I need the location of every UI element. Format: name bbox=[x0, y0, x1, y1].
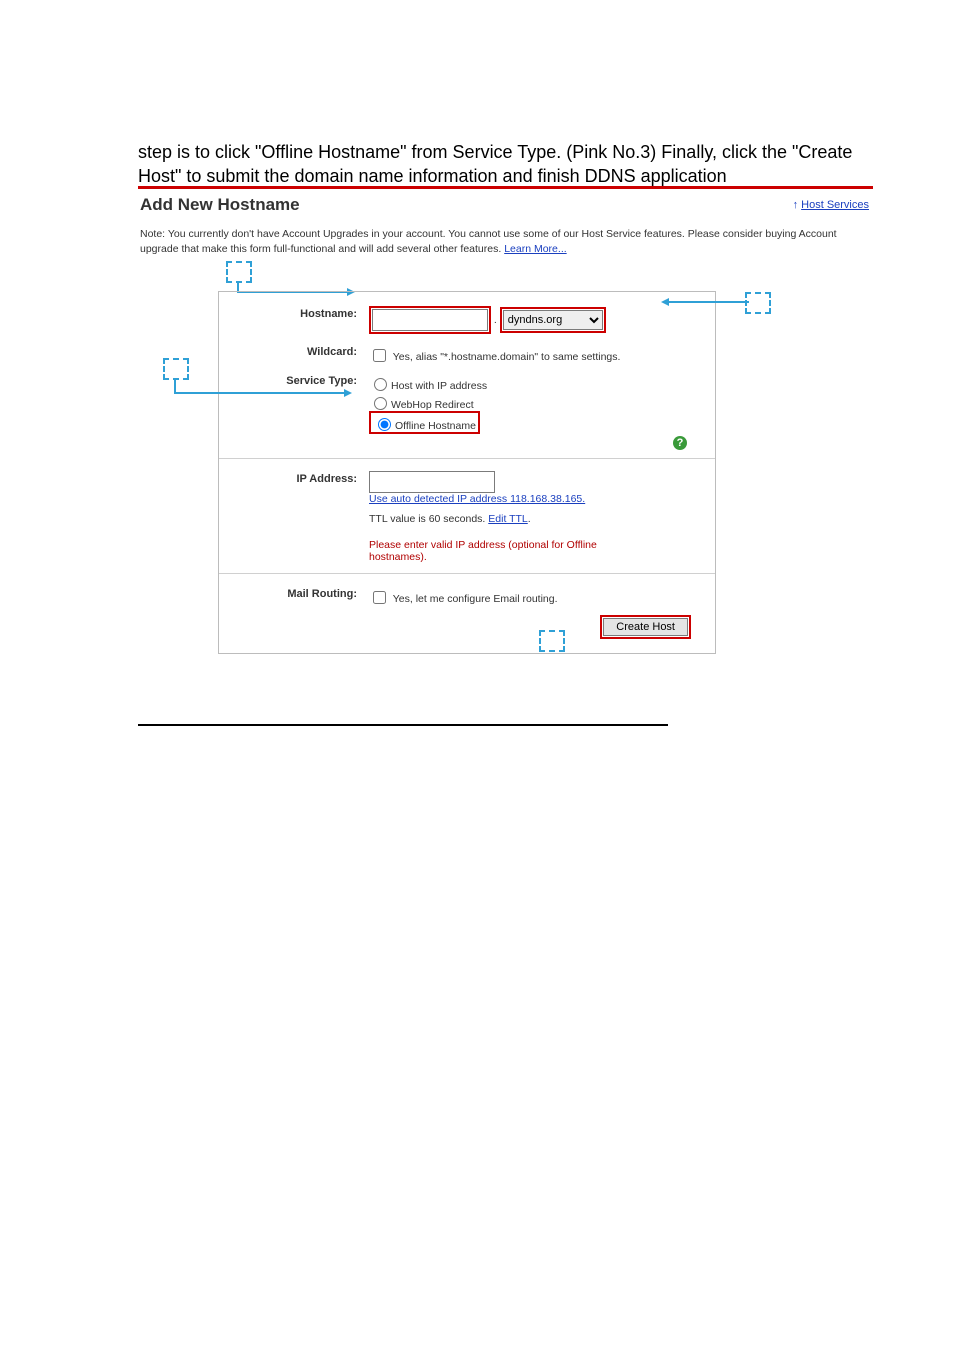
service-type-webhop-radio[interactable] bbox=[374, 397, 387, 410]
add-hostname-panel: Add New Hostname ↑ Host Services Note: Y… bbox=[138, 186, 873, 654]
mail-routing-option-text: Yes, let me configure Email routing. bbox=[393, 593, 558, 605]
note-text: Note: You currently don't have Account U… bbox=[140, 228, 837, 255]
section-divider bbox=[138, 724, 668, 726]
create-host-button[interactable]: Create Host bbox=[603, 618, 688, 636]
intro-paragraph: step is to click "Offline Hostname" from… bbox=[138, 140, 878, 189]
divider bbox=[219, 458, 715, 459]
ip-warning-text: Please enter valid IP address (optional … bbox=[369, 539, 629, 563]
arrow-icon bbox=[661, 298, 669, 306]
wildcard-checkbox[interactable] bbox=[373, 349, 386, 362]
domain-select[interactable]: dyndns.org bbox=[503, 310, 603, 330]
auto-detect-ip-link[interactable]: Use auto detected IP address 118.168.38.… bbox=[369, 493, 585, 505]
service-type-offline-text: Offline Hostname bbox=[395, 420, 476, 432]
upgrade-note: Note: You currently don't have Account U… bbox=[138, 225, 873, 263]
service-type-ip-text: Host with IP address bbox=[391, 380, 487, 392]
callout-line bbox=[669, 301, 749, 303]
service-type-ip-radio[interactable] bbox=[374, 378, 387, 391]
callout-line bbox=[237, 281, 239, 291]
help-icon[interactable]: ? bbox=[673, 436, 687, 450]
service-type-label: Service Type: bbox=[237, 373, 369, 387]
hostname-input[interactable] bbox=[372, 309, 488, 331]
hostname-label: Hostname: bbox=[237, 306, 369, 320]
learn-more-link[interactable]: Learn More... bbox=[504, 243, 566, 255]
edit-ttl-link[interactable]: Edit TTL bbox=[488, 513, 528, 525]
host-services-text: Host Services bbox=[801, 199, 869, 211]
service-type-webhop-text: WebHop Redirect bbox=[391, 399, 474, 411]
callout-marker bbox=[539, 630, 565, 652]
wildcard-label: Wildcard: bbox=[237, 344, 369, 358]
wildcard-option-text: Yes, alias "*.hostname.domain" to same s… bbox=[393, 351, 621, 363]
back-to-host-services-link[interactable]: ↑ Host Services bbox=[793, 199, 869, 211]
callout-marker bbox=[226, 261, 252, 283]
up-arrow-icon: ↑ bbox=[793, 199, 799, 211]
service-type-offline-radio[interactable] bbox=[378, 418, 391, 431]
divider bbox=[219, 573, 715, 574]
ip-address-label: IP Address: bbox=[237, 471, 369, 485]
mail-routing-label: Mail Routing: bbox=[237, 586, 369, 600]
callout-marker bbox=[163, 358, 189, 380]
ip-address-input[interactable] bbox=[369, 471, 495, 493]
callout-line bbox=[174, 392, 344, 394]
hostname-form: Hostname: . dyndns.org Wildcard: Yes, al… bbox=[218, 291, 716, 654]
arrow-icon bbox=[344, 389, 352, 397]
ttl-text: TTL value is 60 seconds. bbox=[369, 513, 488, 525]
mail-routing-checkbox[interactable] bbox=[373, 591, 386, 604]
callout-line bbox=[174, 378, 176, 392]
ttl-period: . bbox=[528, 513, 531, 525]
callout-marker bbox=[745, 292, 771, 314]
panel-title: Add New Hostname bbox=[138, 189, 873, 225]
